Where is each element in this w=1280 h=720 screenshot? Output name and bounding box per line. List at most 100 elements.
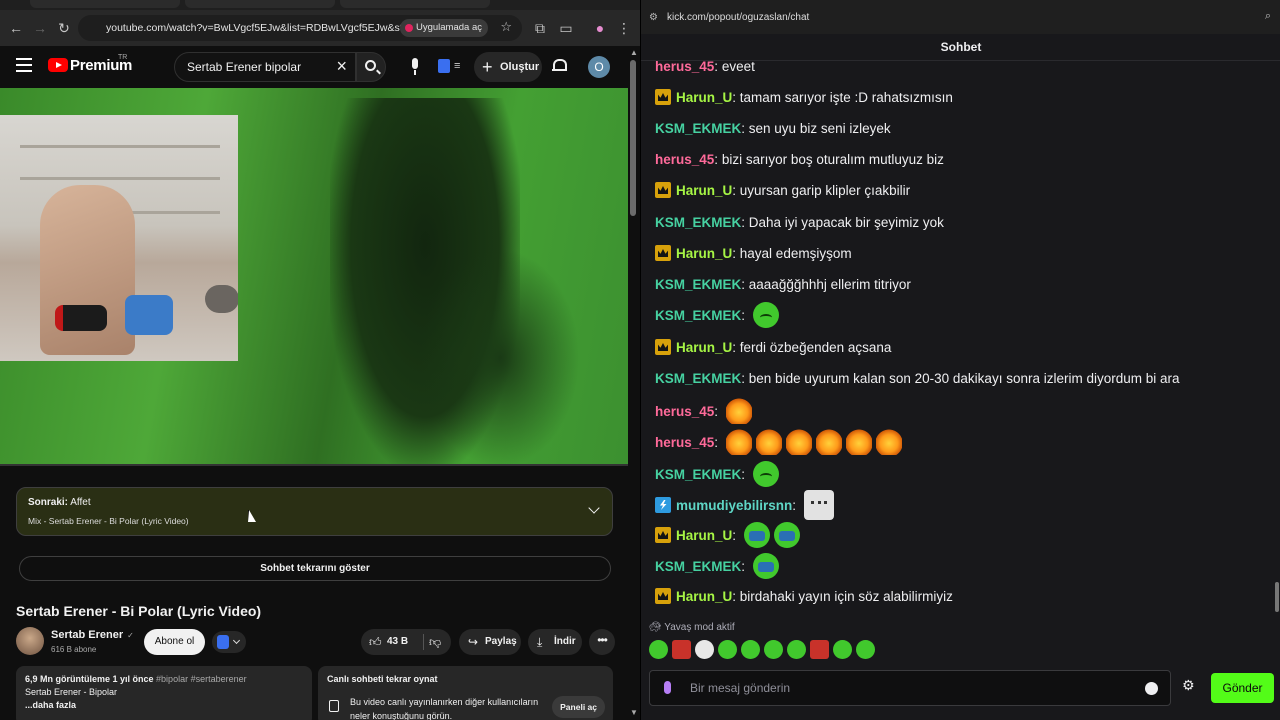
search-input[interactable]: Sertab Erener bipolar × [174, 52, 356, 82]
list-icon[interactable]: ≡ [454, 60, 460, 72]
create-button[interactable]: Oluştur [474, 52, 542, 82]
browser-tab[interactable] [30, 0, 180, 8]
share-button[interactable]: ↪ Paylaş [459, 629, 521, 655]
browser-menu-icon[interactable]: ⋮ [612, 16, 636, 40]
emote-icon[interactable] [787, 640, 806, 659]
voice-search-icon[interactable] [404, 56, 426, 78]
chat-username[interactable]: Harun_U [676, 183, 732, 198]
chat-settings-gear-icon[interactable]: ⚙ [1182, 677, 1195, 694]
chevron-down-icon[interactable] [588, 502, 600, 514]
channel-name[interactable]: Sertab Erener [51, 629, 134, 641]
omnibox[interactable]: youtube.com/watch?v=BwLVgcf5EJw&list=RDB… [78, 15, 522, 41]
green-face-emote-icon[interactable] [752, 302, 779, 328]
page-scrollbar[interactable] [630, 60, 636, 216]
chat-username[interactable]: Harun_U [676, 340, 732, 355]
emote-icon[interactable] [741, 640, 760, 659]
input-placeholder[interactable]: Bir mesaj gönderin [690, 681, 790, 695]
menu-icon[interactable] [16, 58, 32, 72]
browser-tab[interactable] [340, 0, 490, 8]
chat-username[interactable]: KSM_EKMEK [655, 559, 741, 574]
emote-icon[interactable] [764, 640, 783, 659]
back-icon[interactable]: ← [4, 16, 28, 40]
crying-emote-icon[interactable] [743, 522, 770, 548]
chat-username[interactable]: herus_45 [655, 435, 714, 450]
show-chat-replay-button[interactable]: Sohbet tekrarını göster [19, 556, 611, 581]
site-settings-icon[interactable]: ⚙ [649, 12, 658, 23]
video-player[interactable] [0, 88, 628, 466]
extension-dropdown-button[interactable] [212, 631, 246, 653]
green-face-emote-icon[interactable] [752, 461, 779, 487]
chat-username[interactable]: mumudiyebilirsnn [676, 498, 792, 513]
url-text[interactable]: youtube.com/watch?v=BwLVgcf5EJw&list=RDB… [106, 22, 406, 34]
emote-icon[interactable] [695, 640, 714, 659]
like-count[interactable]: 43 B [387, 636, 408, 647]
channel-avatar[interactable] [16, 627, 44, 655]
up-next-card[interactable]: Sonraki: Affet Mix - Sertab Erener - Bi … [16, 487, 613, 536]
emote-icon[interactable] [672, 640, 691, 659]
chat-username[interactable]: Harun_U [676, 528, 732, 543]
more-actions-icon[interactable]: ••• [589, 629, 615, 655]
emote-icon[interactable] [649, 640, 668, 659]
forward-icon[interactable]: → [28, 16, 52, 40]
search-button[interactable] [356, 52, 386, 82]
hashtags[interactable]: #bipolar #sertaberener [156, 674, 247, 684]
chat-username[interactable]: Harun_U [676, 90, 732, 105]
chat-username[interactable]: KSM_EKMEK [655, 121, 741, 136]
emote-icon[interactable] [718, 640, 737, 659]
extension-icon[interactable] [438, 59, 450, 73]
fire-duck-emote-icon[interactable] [875, 429, 902, 455]
open-panel-button[interactable]: Paneli aç [552, 696, 605, 718]
download-button[interactable]: ⤓ İndir [528, 629, 582, 655]
chat-username[interactable]: KSM_EKMEK [655, 467, 741, 482]
clear-search-icon[interactable]: × [336, 56, 347, 77]
chat-scrollbar[interactable] [1275, 582, 1279, 612]
fire-duck-emote-icon[interactable] [785, 429, 812, 455]
zoom-icon[interactable]: ⌕ [1265, 10, 1271, 23]
crown-badge-icon [655, 527, 671, 543]
browser-tab[interactable] [185, 0, 335, 8]
chat-username[interactable]: Harun_U [676, 589, 732, 604]
search-query[interactable]: Sertab Erener bipolar [187, 60, 301, 74]
emote-icon[interactable] [856, 640, 875, 659]
like-icon[interactable]: 👍︎ [369, 635, 382, 650]
emote-icon[interactable] [833, 640, 852, 659]
crying-emote-icon[interactable] [773, 522, 800, 548]
notifications-bell-icon[interactable] [552, 58, 567, 72]
fire-duck-emote-icon[interactable] [815, 429, 842, 455]
share-icon: ↪ [468, 635, 479, 649]
fire-duck-emote-icon[interactable] [845, 429, 872, 455]
fire-duck-emote-icon[interactable] [755, 429, 782, 455]
crying-emote-icon[interactable] [752, 553, 779, 579]
dislike-icon[interactable]: 👎︎ [429, 635, 441, 650]
chat-username[interactable]: KSM_EKMEK [655, 277, 741, 292]
bookmark-star-icon[interactable]: ☆ [500, 19, 512, 35]
description-box[interactable]: 6,9 Mn görüntüleme 1 yıl önce #bipolar #… [16, 666, 312, 720]
show-more-link[interactable]: ...daha fazla [25, 700, 303, 710]
chat-username[interactable]: KSM_EKMEK [655, 371, 741, 386]
microphone-icon[interactable] [664, 681, 671, 694]
scroll-up-icon[interactable]: ▲ [630, 48, 638, 57]
cat-emote-icon[interactable] [803, 490, 834, 520]
kick-url[interactable]: kick.com/popout/oguzaslan/chat [667, 12, 809, 23]
sidebar-icon[interactable]: ▭ [554, 16, 578, 40]
chat-username[interactable]: herus_45 [655, 60, 714, 74]
profile-icon[interactable]: ● [588, 16, 612, 40]
emote-icon[interactable] [810, 640, 829, 659]
fire-duck-emote-icon[interactable] [725, 429, 752, 455]
send-button[interactable]: Gönder [1211, 673, 1274, 703]
chat-username[interactable]: KSM_EKMEK [655, 308, 741, 323]
chat-username[interactable]: herus_45 [655, 152, 714, 167]
open-in-app-button[interactable]: Uygulamada aç [399, 19, 488, 37]
chat-message-input[interactable]: Bir mesaj gönderin [649, 670, 1171, 706]
extensions-icon[interactable]: ⧉ [528, 16, 552, 40]
emoji-picker-icon[interactable] [1145, 682, 1158, 695]
scroll-down-icon[interactable]: ▼ [630, 708, 638, 717]
fire-duck-emote-icon[interactable] [725, 398, 752, 424]
reload-icon[interactable]: ↻ [52, 16, 76, 40]
youtube-logo-icon[interactable] [48, 58, 68, 72]
chat-username[interactable]: KSM_EKMEK [655, 215, 741, 230]
chat-username[interactable]: herus_45 [655, 404, 714, 419]
account-avatar[interactable]: O [588, 56, 610, 78]
chat-username[interactable]: Harun_U [676, 246, 732, 261]
subscribe-button[interactable]: Abone ol [144, 629, 205, 655]
